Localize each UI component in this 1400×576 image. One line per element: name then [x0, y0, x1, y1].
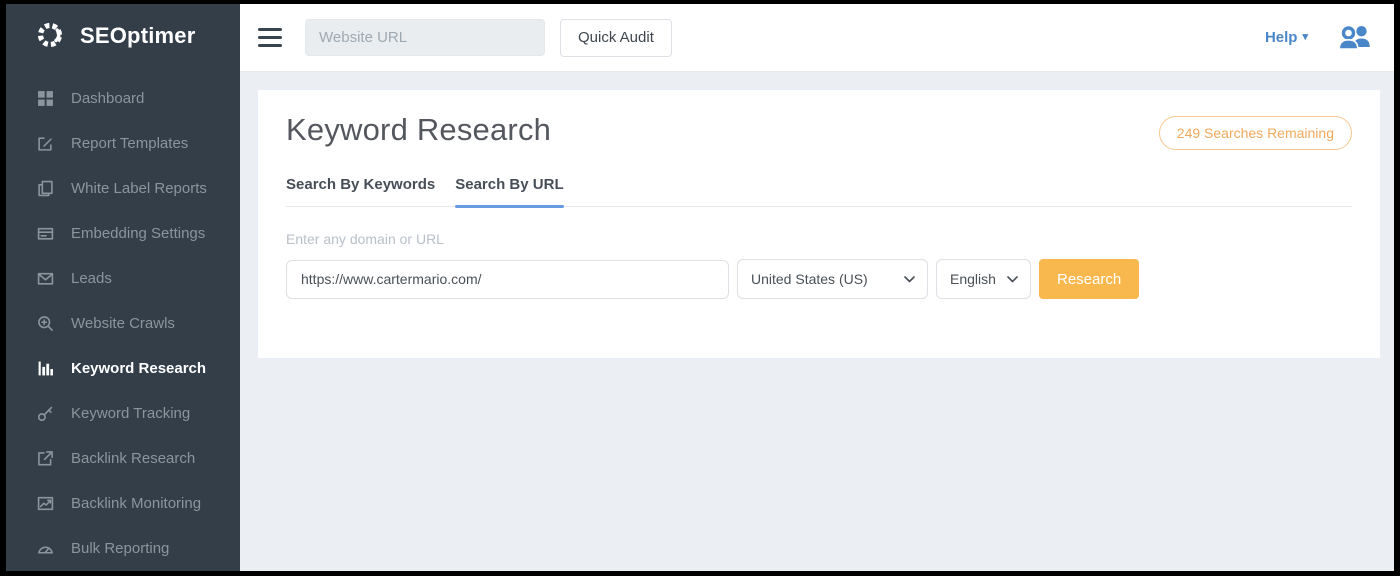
- sidebar-item-label: Report Templates: [71, 135, 188, 152]
- sidebar-item-label: Dashboard: [71, 90, 144, 107]
- sidebar-item-label: Backlink Research: [71, 450, 195, 467]
- search-form-row: United States (US) English Research: [286, 259, 1352, 299]
- chevron-down-icon: [904, 276, 915, 283]
- domain-field-label: Enter any domain or URL: [286, 231, 1352, 247]
- envelope-icon: [37, 270, 54, 287]
- help-label: Help: [1265, 29, 1298, 46]
- sidebar-item-label: White Label Reports: [71, 180, 207, 197]
- sidebar-item-website-crawls[interactable]: Website Crawls: [6, 301, 240, 346]
- tab-search-by-url[interactable]: Search By URL: [455, 176, 563, 206]
- seoptimer-logo[interactable]: SEOptimer: [6, 4, 240, 68]
- help-menu[interactable]: Help ▾: [1265, 29, 1308, 46]
- sidebar: SEOptimer Dashboard Report Templates Whi…: [6, 4, 240, 571]
- key-icon: [37, 405, 54, 422]
- external-link-icon: [37, 450, 54, 467]
- country-select[interactable]: United States (US): [737, 259, 928, 299]
- sidebar-item-white-label-reports[interactable]: White Label Reports: [6, 166, 240, 211]
- sidebar-item-label: Bulk Reporting: [71, 540, 169, 557]
- tab-search-by-keywords[interactable]: Search By Keywords: [286, 176, 435, 206]
- gear-logo-icon: [36, 17, 70, 56]
- country-select-value: United States (US): [751, 271, 868, 287]
- logo-text: SEOptimer: [80, 23, 196, 49]
- sidebar-item-leads[interactable]: Leads: [6, 256, 240, 301]
- sidebar-item-backlink-research[interactable]: Backlink Research: [6, 436, 240, 481]
- sidebar-item-keyword-tracking[interactable]: Keyword Tracking: [6, 391, 240, 436]
- line-chart-icon: [37, 495, 54, 512]
- page-title: Keyword Research: [286, 112, 551, 148]
- caret-down-icon: ▾: [1302, 32, 1308, 43]
- copy-icon: [37, 180, 54, 197]
- sidebar-item-dashboard[interactable]: Dashboard: [6, 76, 240, 121]
- hamburger-menu-icon[interactable]: [258, 28, 282, 47]
- sidebar-item-embedding-settings[interactable]: Embedding Settings: [6, 211, 240, 256]
- sidebar-item-label: Leads: [71, 270, 112, 287]
- search-plus-icon: [37, 315, 54, 332]
- sidebar-item-label: Keyword Tracking: [71, 405, 190, 422]
- sidebar-item-report-templates[interactable]: Report Templates: [6, 121, 240, 166]
- language-select[interactable]: English: [936, 259, 1031, 299]
- users-icon[interactable]: [1338, 24, 1372, 51]
- content-column: Quick Audit Help ▾: [240, 4, 1394, 571]
- quick-audit-button[interactable]: Quick Audit: [560, 19, 672, 57]
- sidebar-nav: Dashboard Report Templates White Label R…: [6, 68, 240, 571]
- topbar-right: Help ▾: [1265, 24, 1372, 51]
- card-header: Keyword Research 249 Searches Remaining: [286, 112, 1352, 150]
- main-content: Keyword Research 249 Searches Remaining …: [240, 72, 1394, 571]
- embed-window-icon: [37, 225, 54, 242]
- sidebar-item-backlink-monitoring[interactable]: Backlink Monitoring: [6, 481, 240, 526]
- edit-icon: [37, 135, 54, 152]
- website-url-input[interactable]: [305, 19, 545, 56]
- language-select-value: English: [950, 271, 996, 287]
- dashboard-icon: [37, 90, 54, 107]
- chevron-down-icon: [1007, 276, 1018, 283]
- keyword-research-card: Keyword Research 249 Searches Remaining …: [258, 90, 1380, 358]
- searches-remaining-badge: 249 Searches Remaining: [1159, 116, 1352, 150]
- app-window: SEOptimer Dashboard Report Templates Whi…: [6, 4, 1394, 571]
- topbar: Quick Audit Help ▾: [240, 4, 1394, 72]
- gauge-icon: [37, 540, 54, 557]
- sidebar-item-label: Keyword Research: [71, 360, 206, 377]
- sidebar-item-label: Backlink Monitoring: [71, 495, 201, 512]
- tab-bar: Search By Keywords Search By URL: [286, 176, 1352, 207]
- sidebar-item-keyword-research[interactable]: Keyword Research: [6, 346, 240, 391]
- sidebar-item-label: Website Crawls: [71, 315, 175, 332]
- bar-chart-icon: [37, 360, 54, 377]
- research-button[interactable]: Research: [1039, 259, 1139, 299]
- domain-url-input[interactable]: [286, 260, 729, 299]
- sidebar-item-label: Embedding Settings: [71, 225, 205, 242]
- sidebar-item-bulk-reporting[interactable]: Bulk Reporting: [6, 526, 240, 571]
